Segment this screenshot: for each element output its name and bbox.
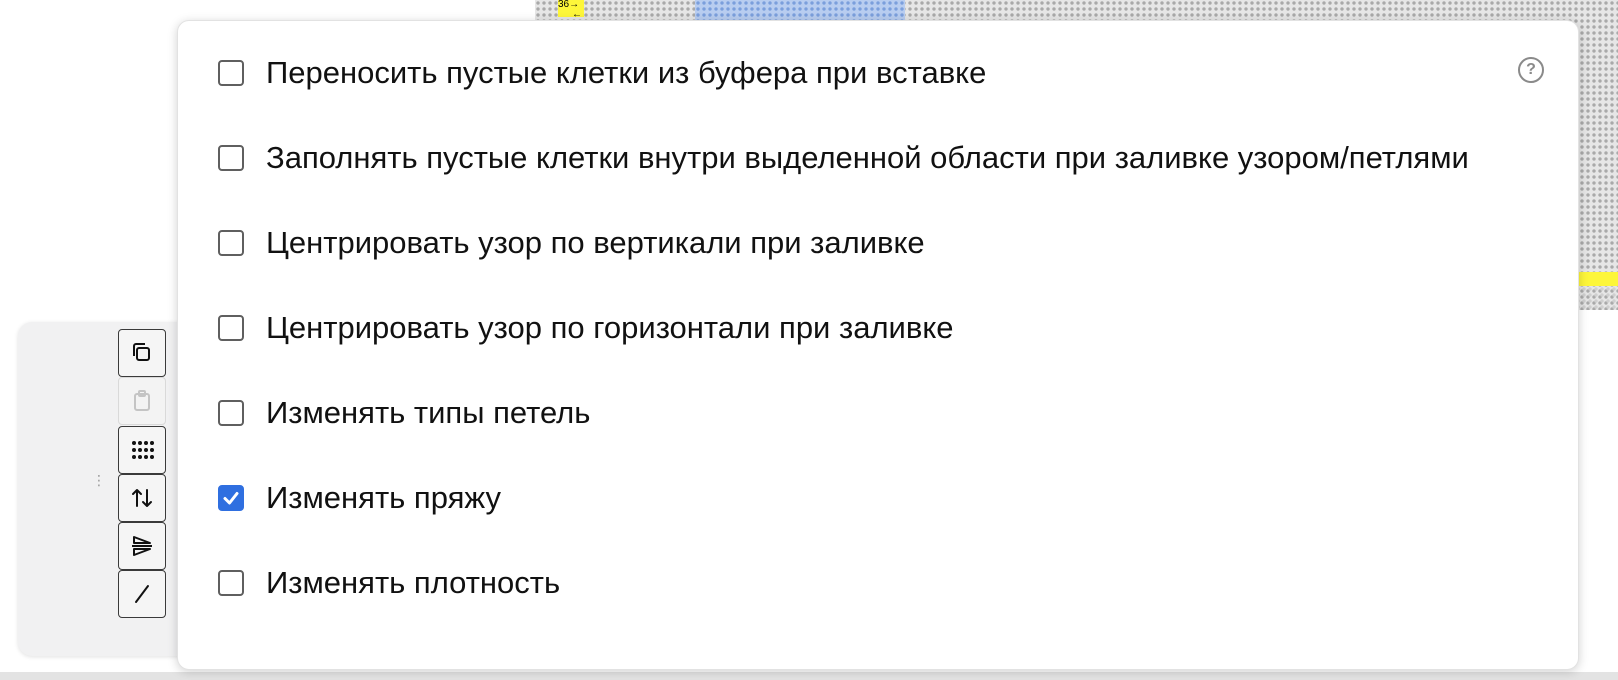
- row-number: 36: [558, 0, 570, 10]
- paste-button[interactable]: [118, 377, 166, 425]
- option-label: Центрировать узор по горизонтали при зал…: [266, 310, 954, 345]
- grid-dots-icon: [132, 441, 154, 459]
- option-center-vertical[interactable]: Центрировать узор по вертикали при залив…: [218, 223, 925, 263]
- chart-highlight-row: [1575, 272, 1618, 286]
- chart-selected-cells[interactable]: [695, 0, 905, 22]
- copy-icon: [133, 343, 150, 361]
- option-change-stitch-types[interactable]: Изменять типы петель: [218, 393, 590, 433]
- swap-rows-button[interactable]: [118, 474, 166, 522]
- option-label: Переносить пустые клетки из буфера при в…: [266, 55, 987, 90]
- mirror-button[interactable]: [118, 522, 166, 570]
- checkbox[interactable]: [218, 60, 244, 86]
- checkbox[interactable]: [218, 230, 244, 256]
- paste-icon: [134, 390, 150, 411]
- copy-button[interactable]: [118, 329, 166, 377]
- fill-settings-popup: ? Переносить пустые клетки из буфера при…: [177, 20, 1579, 670]
- option-change-yarn[interactable]: Изменять пряжу: [218, 478, 501, 518]
- option-label: Изменять пряжу: [266, 480, 501, 515]
- chart-grid-edge: [1575, 286, 1618, 310]
- option-fill-empty-cells[interactable]: Заполнять пустые клетки внутри выделенно…: [218, 138, 1469, 178]
- checkbox-checked[interactable]: [218, 485, 244, 511]
- checkbox[interactable]: [218, 570, 244, 596]
- row-number-marker: 36→ ←: [558, 0, 584, 20]
- drag-handle-icon[interactable]: ⋮: [92, 473, 106, 502]
- checkbox[interactable]: [218, 315, 244, 341]
- diagonal-tool-button[interactable]: [118, 570, 166, 618]
- swap-vertical-icon: [132, 489, 152, 507]
- option-label: Центрировать узор по вертикали при залив…: [266, 225, 925, 260]
- option-change-density[interactable]: Изменять плотность: [218, 563, 560, 603]
- option-label: Изменять плотность: [266, 565, 561, 600]
- dot-grid-button[interactable]: [118, 426, 166, 474]
- option-label: Изменять типы петель: [266, 395, 591, 430]
- bottom-strip: [0, 672, 1618, 680]
- mirror-icon: [132, 536, 152, 556]
- arrow-left-icon: ←: [572, 9, 582, 20]
- option-center-horizontal[interactable]: Центрировать узор по горизонтали при зал…: [218, 308, 953, 348]
- option-transfer-empty-cells[interactable]: Переносить пустые клетки из буфера при в…: [218, 53, 986, 93]
- checkbox[interactable]: [218, 145, 244, 171]
- slash-icon: [135, 585, 149, 603]
- option-label: Заполнять пустые клетки внутри выделенно…: [266, 140, 1469, 175]
- help-icon[interactable]: ?: [1518, 57, 1544, 83]
- checkmark-icon: [223, 492, 239, 505]
- checkbox[interactable]: [218, 400, 244, 426]
